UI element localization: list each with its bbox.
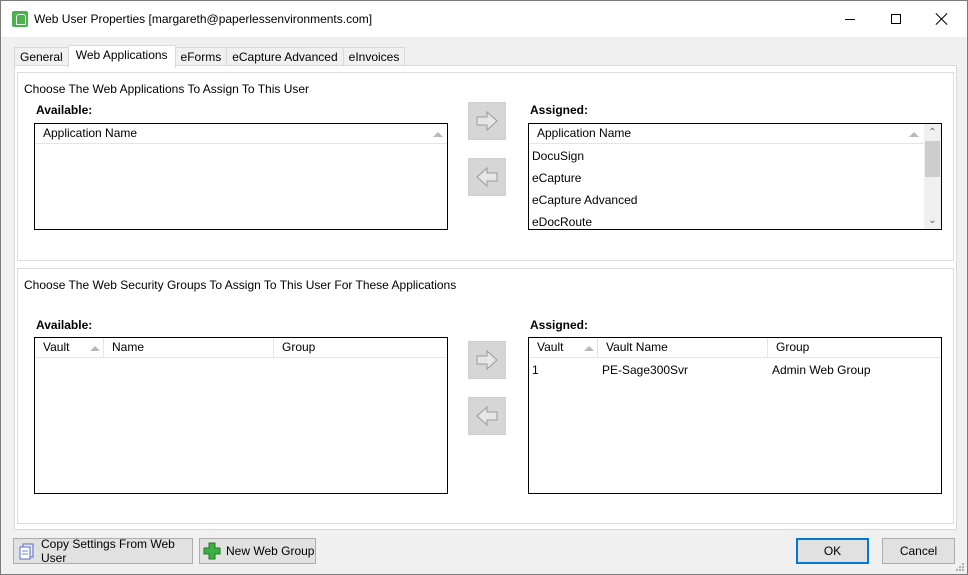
list-item[interactable]: eCapture [529, 167, 924, 189]
app-lock-icon [12, 11, 28, 27]
tab-eforms[interactable]: eForms [174, 47, 228, 67]
web-user-properties-dialog: Web User Properties [margareth@paperless… [0, 0, 968, 575]
sort-ascending-icon [909, 132, 919, 137]
available-apps-label: Available: [36, 103, 93, 117]
scroll-down-icon[interactable]: ⌄ [924, 212, 941, 229]
column-label: Vault [43, 340, 70, 354]
scrollbar-thumb[interactable] [925, 141, 940, 177]
unassign-group-button[interactable] [468, 397, 506, 435]
assigned-groups-label: Assigned: [530, 318, 589, 332]
app-name: eDocRoute [532, 215, 593, 229]
cancel-button[interactable]: Cancel [882, 538, 955, 564]
assign-group-button[interactable] [468, 341, 506, 379]
list-header: Vault Name Group [35, 338, 447, 358]
tab-ecapture-advanced[interactable]: eCapture Advanced [226, 47, 344, 67]
ok-button[interactable]: OK [796, 538, 869, 564]
add-plus-icon [203, 542, 221, 560]
new-web-group-button[interactable]: New Web Group [199, 538, 316, 564]
minimize-icon [845, 18, 855, 20]
scroll-up-icon[interactable]: ⌃ [924, 124, 941, 141]
applications-group: Choose The Web Applications To Assign To… [17, 72, 954, 261]
tab-strip: General Web Applications eForms eCapture… [14, 45, 406, 68]
copy-document-icon [18, 542, 36, 560]
cell-vault-name: PE-Sage300Svr [602, 363, 689, 377]
arrow-right-icon [476, 111, 498, 131]
assigned-apps-label: Assigned: [530, 103, 589, 117]
sort-ascending-icon [584, 346, 594, 351]
column-label: Group [776, 340, 810, 354]
column-label: Application Name [43, 126, 138, 140]
title-bar: Web User Properties [margareth@paperless… [1, 1, 967, 37]
list-header: Application Name [529, 124, 924, 144]
column-header-application-name[interactable]: Application Name [35, 124, 447, 144]
app-name: eCapture Advanced [532, 193, 638, 207]
maximize-button[interactable] [873, 1, 919, 37]
tab-einvoices[interactable]: eInvoices [342, 47, 406, 67]
security-groups-group: Choose The Web Security Groups To Assign… [17, 268, 954, 524]
column-label: Application Name [537, 126, 632, 140]
arrow-left-icon [476, 167, 498, 187]
close-icon [936, 13, 948, 25]
column-label: Group [282, 340, 316, 354]
copy-settings-label: Copy Settings From Web User [41, 537, 175, 565]
new-web-group-label: New Web Group [226, 544, 315, 558]
assigned-apps-list[interactable]: Application Name DocuSign eCapture eCapt… [528, 123, 942, 230]
available-apps-list[interactable]: Application Name [34, 123, 448, 230]
cell-vault: 1 [532, 363, 539, 377]
tab-web-applications[interactable]: Web Applications [67, 45, 176, 68]
arrow-right-icon [476, 350, 498, 370]
column-label: Name [112, 340, 145, 354]
list-item[interactable]: eCapture Advanced [529, 189, 924, 211]
column-header-vault-name[interactable]: Vault Name [598, 338, 768, 358]
arrow-left-icon [476, 406, 498, 426]
web-applications-panel: Choose The Web Applications To Assign To… [14, 65, 957, 530]
copy-settings-button[interactable]: Copy Settings From Web User [13, 537, 193, 565]
assigned-groups-list[interactable]: Vault Vault Name Group 1 PE-Sage300Svr A… [528, 337, 942, 494]
table-row[interactable]: 1 PE-Sage300Svr Admin Web Group [529, 359, 941, 381]
close-button[interactable] [919, 1, 965, 37]
available-groups-list[interactable]: Vault Name Group [34, 337, 448, 494]
list-item[interactable]: eDocRoute [529, 211, 924, 229]
column-label: Vault [537, 340, 564, 354]
column-label: Vault Name [606, 340, 668, 354]
app-name: DocuSign [532, 149, 585, 163]
column-header-group[interactable]: Group [768, 338, 941, 358]
maximize-icon [891, 14, 901, 24]
column-header-group[interactable]: Group [274, 338, 447, 358]
window-title: Web User Properties [margareth@paperless… [34, 12, 373, 26]
security-groups-caption: Choose The Web Security Groups To Assign… [24, 278, 457, 292]
tab-general[interactable]: General [14, 47, 69, 67]
sort-ascending-icon [433, 132, 443, 137]
available-groups-label: Available: [36, 318, 93, 332]
assign-app-button[interactable] [468, 102, 506, 140]
column-header-vault[interactable]: Vault [35, 338, 104, 358]
sort-ascending-icon [90, 346, 100, 351]
app-name: eCapture [532, 171, 582, 185]
cell-group: Admin Web Group [772, 363, 871, 377]
column-header-application-name[interactable]: Application Name [529, 124, 924, 144]
unassign-app-button[interactable] [468, 158, 506, 196]
applications-caption: Choose The Web Applications To Assign To… [24, 82, 310, 96]
column-header-name[interactable]: Name [104, 338, 274, 358]
column-header-vault[interactable]: Vault [529, 338, 598, 358]
list-header: Vault Vault Name Group [529, 338, 941, 358]
list-item[interactable]: DocuSign [529, 145, 924, 167]
vertical-scrollbar[interactable]: ⌃ ⌄ [924, 124, 941, 229]
list-header: Application Name [35, 124, 447, 144]
minimize-button[interactable] [827, 1, 873, 37]
resize-grip-icon[interactable] [955, 562, 965, 572]
